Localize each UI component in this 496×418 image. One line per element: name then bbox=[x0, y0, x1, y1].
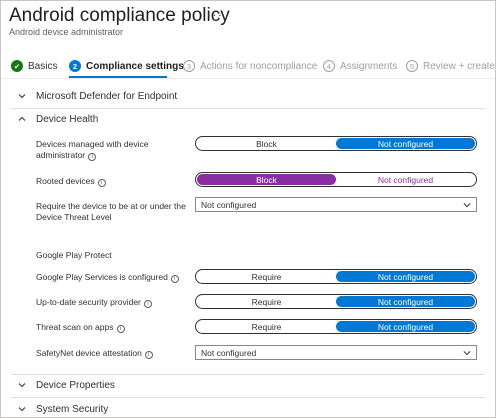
not-configured-option[interactable]: Not configured bbox=[336, 138, 475, 149]
threat-scan-toggle[interactable]: Require Not configured bbox=[195, 319, 477, 334]
play-services-label: Google Play Services is configured i bbox=[36, 272, 179, 283]
label-text: Google Play Services is configured bbox=[36, 272, 168, 282]
label-text: SafetyNet device attestation bbox=[36, 348, 142, 358]
checkmark-icon: ✔ bbox=[11, 60, 23, 72]
section-device-health-header[interactable]: Device Health bbox=[1, 109, 495, 129]
security-provider-toggle[interactable]: Require Not configured bbox=[195, 294, 477, 309]
step-review-create[interactable]: 5 Review + create bbox=[406, 55, 495, 77]
section-title: Device Properties bbox=[36, 379, 115, 391]
dropdown-value: Not configured bbox=[201, 199, 257, 210]
label-text: Threat scan on apps bbox=[36, 322, 114, 332]
block-option[interactable]: Block bbox=[197, 138, 336, 149]
label-text: Require the device to be at or under the bbox=[36, 201, 186, 211]
info-icon[interactable]: i bbox=[88, 153, 97, 161]
require-option[interactable]: Require bbox=[197, 296, 336, 307]
section-device-properties-header[interactable]: Device Properties bbox=[1, 375, 495, 395]
info-icon[interactable]: i bbox=[116, 325, 125, 333]
not-configured-option[interactable]: Not configured bbox=[336, 271, 475, 282]
wizard-steps: ✔ Basics 2 Compliance settings 3 Actions… bbox=[1, 55, 495, 78]
play-services-toggle[interactable]: Require Not configured bbox=[195, 269, 477, 284]
step-label: Basics bbox=[28, 60, 58, 72]
managed-devices-toggle[interactable]: Block Not configured bbox=[195, 136, 477, 151]
not-configured-option[interactable]: Not configured bbox=[336, 296, 475, 307]
step-label: Compliance settings bbox=[86, 60, 184, 72]
page-subtitle: Android device administrator bbox=[9, 27, 124, 37]
label-text: Devices managed with device bbox=[36, 139, 149, 149]
chevron-down-icon bbox=[18, 94, 26, 99]
chevron-down-icon bbox=[18, 383, 26, 388]
info-icon[interactable]: i bbox=[97, 179, 106, 187]
step-number: 5 bbox=[406, 60, 418, 72]
chevron-up-icon bbox=[18, 116, 26, 121]
threat-scan-label: Threat scan on apps i bbox=[36, 322, 125, 333]
rooted-devices-toggle[interactable]: Block Not configured bbox=[195, 172, 477, 187]
section-system-security-header[interactable]: System Security bbox=[1, 399, 495, 417]
safetynet-dropdown[interactable]: Not configured bbox=[195, 345, 477, 360]
policy-panel: Android compliance policy ··· Android de… bbox=[0, 0, 496, 418]
section-title: Device Health bbox=[36, 113, 99, 125]
more-options-button[interactable]: ··· bbox=[207, 7, 223, 22]
not-configured-option[interactable]: Not configured bbox=[336, 321, 475, 332]
require-option[interactable]: Require bbox=[197, 271, 336, 282]
chevron-down-icon bbox=[463, 203, 471, 208]
chevron-down-icon bbox=[463, 351, 471, 356]
steps-divider bbox=[1, 78, 495, 79]
label-text: administrator bbox=[36, 150, 86, 160]
info-icon[interactable]: i bbox=[144, 351, 153, 359]
label-text: Device Threat Level bbox=[36, 212, 112, 222]
threat-level-dropdown[interactable]: Not configured bbox=[195, 197, 477, 212]
block-option[interactable]: Block bbox=[197, 174, 336, 185]
dropdown-value: Not configured bbox=[201, 347, 257, 358]
require-option[interactable]: Require bbox=[197, 321, 336, 332]
step-basics[interactable]: ✔ Basics bbox=[11, 55, 57, 77]
safetynet-label: SafetyNet device attestation i bbox=[36, 348, 153, 359]
section-title: System Security bbox=[36, 403, 109, 415]
info-icon[interactable]: i bbox=[143, 300, 152, 308]
step-number: 2 bbox=[69, 60, 81, 72]
threat-level-label: Require the device to be at or under the… bbox=[36, 201, 186, 223]
step-number: 4 bbox=[323, 60, 335, 72]
label-text: Up-to-date security provider bbox=[36, 297, 141, 307]
rooted-devices-label: Rooted devices i bbox=[36, 176, 106, 187]
step-compliance-settings[interactable]: 2 Compliance settings bbox=[69, 55, 184, 77]
page-title: Android compliance policy bbox=[9, 5, 230, 26]
step-label: Review + create bbox=[423, 60, 495, 72]
not-configured-option[interactable]: Not configured bbox=[336, 174, 475, 185]
managed-devices-label: Devices managed with device administrato… bbox=[36, 139, 148, 161]
step-label: Assignments bbox=[340, 60, 398, 72]
google-play-protect-heading: Google Play Protect bbox=[36, 250, 112, 260]
chevron-down-icon bbox=[18, 407, 26, 412]
step-label: Actions for noncompliance bbox=[200, 60, 318, 72]
info-icon[interactable]: i bbox=[170, 275, 179, 283]
step-number: 3 bbox=[183, 60, 195, 72]
step-actions-noncompliance[interactable]: 3 Actions for noncompliance bbox=[183, 55, 317, 77]
divider bbox=[11, 397, 485, 398]
section-title: Microsoft Defender for Endpoint bbox=[36, 90, 178, 102]
step-assignments[interactable]: 4 Assignments bbox=[323, 55, 397, 77]
label-text: Rooted devices bbox=[36, 176, 95, 186]
section-defender-header[interactable]: Microsoft Defender for Endpoint bbox=[1, 86, 495, 106]
security-provider-label: Up-to-date security provider i bbox=[36, 297, 152, 308]
